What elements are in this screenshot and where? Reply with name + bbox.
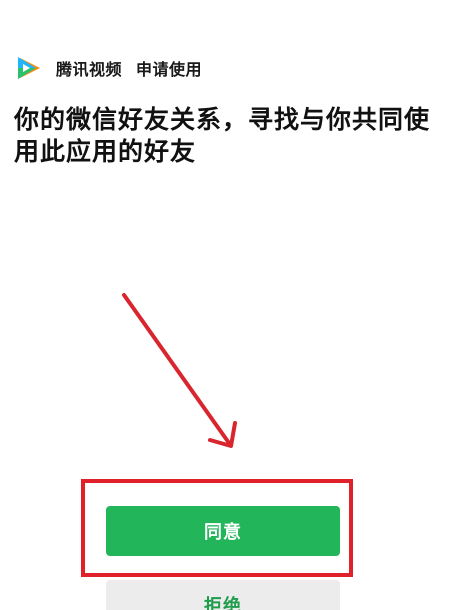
agree-button-label: 同意 bbox=[204, 522, 242, 543]
reject-button-label: 拒绝 bbox=[204, 596, 242, 610]
authorization-page: 腾讯视频 申请使用 你的微信好友关系，寻找与你共同使用此应用的好友 同意 拒绝 bbox=[0, 0, 451, 610]
reject-button[interactable]: 拒绝 bbox=[106, 580, 340, 610]
agree-button[interactable]: 同意 bbox=[106, 506, 340, 556]
